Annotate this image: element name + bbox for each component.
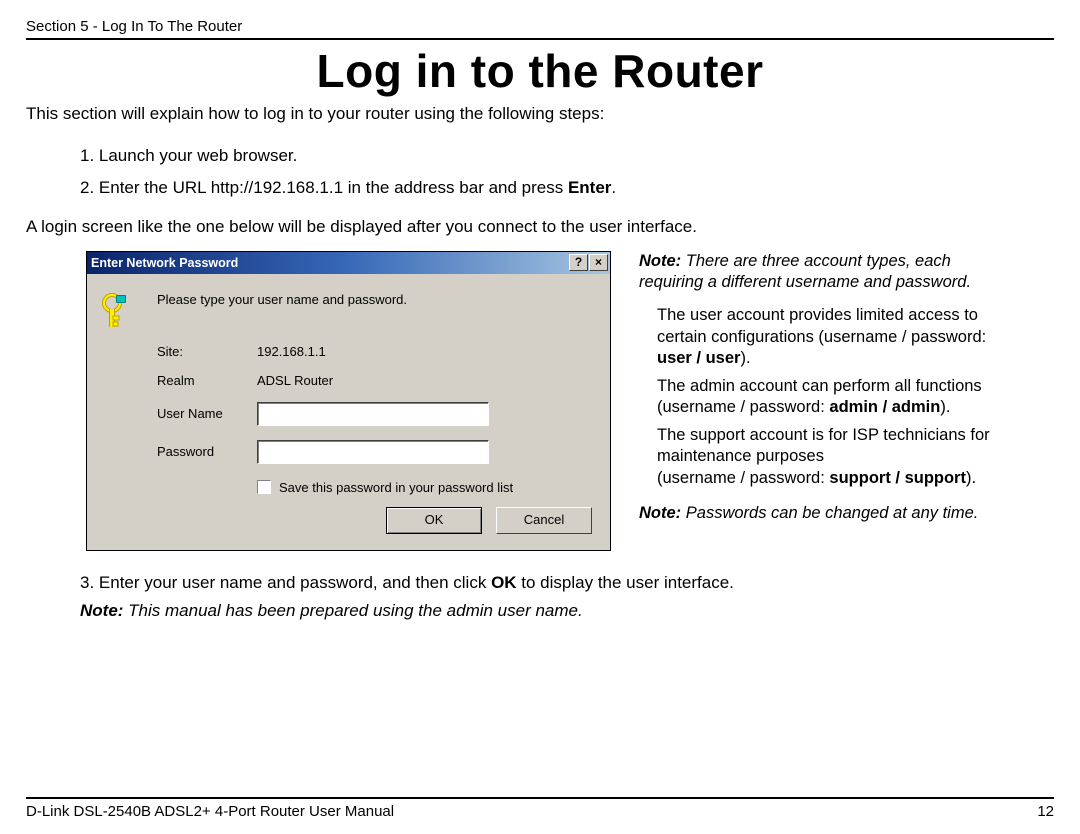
section-header: Section 5 - Log In To The Router xyxy=(26,18,1054,35)
login-dialog: Enter Network Password ? × xyxy=(86,251,611,551)
close-icon[interactable]: × xyxy=(589,254,608,271)
realm-value: ADSL Router xyxy=(257,373,333,388)
footer-page-number: 12 xyxy=(1037,803,1054,820)
user-acct-b: user / user xyxy=(657,349,740,367)
step-2-c: . xyxy=(611,178,616,197)
page-footer: D-Link DSL-2540B ADSL2+ 4-Port Router Us… xyxy=(26,797,1054,820)
support-acct-a: The support account is for ISP technicia… xyxy=(657,425,1019,468)
support-acct-c: support / support xyxy=(829,469,966,487)
steps-list: 1. Launch your web browser. 2. Enter the… xyxy=(80,140,1054,205)
dialog-body: Please type your user name and password.… xyxy=(87,274,610,550)
password-label: Password xyxy=(157,444,257,459)
dialog-prompt: Please type your user name and password. xyxy=(157,292,407,330)
bottom-note: Note: This manual has been prepared usin… xyxy=(80,601,1054,621)
note2-label: Note: xyxy=(639,504,681,522)
footer-left: D-Link DSL-2540B ADSL2+ 4-Port Router Us… xyxy=(26,803,394,820)
divider-bottom xyxy=(26,797,1054,799)
cancel-button[interactable]: Cancel xyxy=(496,507,592,534)
note1-label: Note: xyxy=(639,252,681,270)
site-label: Site: xyxy=(157,344,257,359)
save-password-label: Save this password in your password list xyxy=(279,480,513,495)
step-3-a: 3. Enter your user name and password, an… xyxy=(80,573,491,592)
divider-top xyxy=(26,38,1054,40)
account-notes: Note: There are three account types, eac… xyxy=(639,251,1019,551)
help-icon[interactable]: ? xyxy=(569,254,588,271)
bottom-note-text: This manual has been prepared using the … xyxy=(123,601,582,620)
note1-text: There are three account types, each requ… xyxy=(639,252,971,291)
key-icon xyxy=(101,292,135,330)
realm-label: Realm xyxy=(157,373,257,388)
password-field[interactable] xyxy=(257,440,489,464)
support-acct-d: ). xyxy=(966,469,976,487)
user-acct-c: ). xyxy=(740,349,750,367)
ok-button[interactable]: OK xyxy=(386,507,482,534)
admin-acct-b: admin / admin xyxy=(829,398,940,416)
step-2-enter: Enter xyxy=(568,178,611,197)
username-field[interactable] xyxy=(257,402,489,426)
step-3: 3. Enter your user name and password, an… xyxy=(80,573,1054,593)
username-label: User Name xyxy=(157,406,257,421)
intro-text: This section will explain how to log in … xyxy=(26,104,1054,124)
step-3-c: to display the user interface. xyxy=(517,573,734,592)
site-value: 192.168.1.1 xyxy=(257,344,326,359)
user-acct-a: The user account provides limited access… xyxy=(657,306,986,345)
para-login-screen: A login screen like the one below will b… xyxy=(26,217,1054,237)
admin-acct-c: ). xyxy=(940,398,950,416)
dialog-titlebar: Enter Network Password ? × xyxy=(87,252,610,274)
step-1: 1. Launch your web browser. xyxy=(80,140,1054,172)
note2-text: Passwords can be changed at any time. xyxy=(681,504,978,522)
dialog-title-text: Enter Network Password xyxy=(91,256,238,270)
page-title: Log in to the Router xyxy=(26,44,1054,98)
step-2: 2. Enter the URL http://192.168.1.1 in t… xyxy=(80,172,1054,204)
step-2-a: 2. Enter the URL http://192.168.1.1 in t… xyxy=(80,178,568,197)
support-acct-b: (username / password: xyxy=(657,469,829,487)
bottom-note-label: Note: xyxy=(80,601,123,620)
save-password-checkbox[interactable] xyxy=(257,480,271,494)
step-3-ok: OK xyxy=(491,573,517,592)
